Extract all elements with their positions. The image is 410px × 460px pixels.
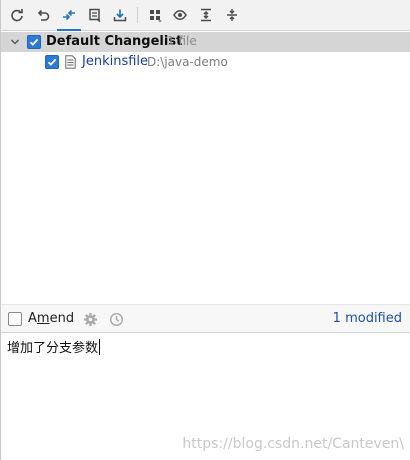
changelist-checkbox[interactable] <box>27 35 41 49</box>
view-options-button[interactable] <box>171 6 189 24</box>
jump-to-source-button[interactable] <box>86 6 104 24</box>
diff-arrows-icon <box>63 9 75 21</box>
eye-icon <box>173 9 187 21</box>
amend-checkbox[interactable] <box>8 312 22 326</box>
edit-source-icon <box>89 8 101 22</box>
amend-label[interactable]: Amend <box>28 311 74 326</box>
changelist-row[interactable]: Default Changelist 1 file <box>1 32 410 52</box>
refresh-icon <box>11 9 23 22</box>
commit-toolbar <box>1 0 410 31</box>
modified-count-link[interactable]: 1 modified <box>333 311 402 326</box>
amend-label-suffix: end <box>49 311 75 326</box>
commit-tool-window: Default Changelist 1 file Jenkinsfile D:… <box>0 0 410 460</box>
watermark: https://blog.csdn.net/Canteven\ <box>182 436 404 452</box>
refresh-button[interactable] <box>8 6 26 24</box>
checkmark-icon <box>29 38 39 46</box>
changelist-file-count: 1 file <box>167 34 197 48</box>
commit-options-bar: Amend 1 modified <box>1 304 410 333</box>
rollback-icon <box>37 9 50 21</box>
text-file-icon <box>65 55 76 69</box>
text-caret <box>99 338 101 355</box>
toolbar-separator <box>137 7 138 23</box>
file-row[interactable]: Jenkinsfile D:\java-demo <box>1 52 410 72</box>
checkmark-icon <box>47 58 57 66</box>
amend-label-prefix: A <box>28 311 37 326</box>
gear-icon[interactable] <box>83 312 98 327</box>
collapse-all-button[interactable] <box>223 6 241 24</box>
file-checkbox[interactable] <box>45 55 59 69</box>
file-path: D:\java-demo <box>147 55 228 69</box>
clock-icon[interactable] <box>109 312 124 327</box>
changelist-label: Default Changelist <box>46 34 183 49</box>
changes-tree: Default Changelist 1 file Jenkinsfile D:… <box>1 31 410 304</box>
update-button[interactable] <box>111 6 129 24</box>
expand-all-button[interactable] <box>197 6 215 24</box>
group-by-icon <box>150 10 162 22</box>
chevron-down-icon[interactable] <box>10 37 20 47</box>
commit-message-text: 增加了分支参数 <box>7 341 99 356</box>
amend-label-mnemonic: m <box>36 311 50 326</box>
commit-message-text-line: 增加了分支参数 <box>7 337 101 356</box>
show-diff-button[interactable] <box>57 6 81 31</box>
file-name: Jenkinsfile <box>82 54 149 69</box>
download-icon <box>113 9 127 22</box>
rollback-button[interactable] <box>34 6 52 24</box>
expand-all-icon <box>201 8 211 22</box>
group-by-button[interactable] <box>146 6 164 24</box>
collapse-all-icon <box>227 9 237 21</box>
commit-message-editor[interactable]: 增加了分支参数 https://blog.csdn.net/Canteven\ <box>1 333 410 460</box>
